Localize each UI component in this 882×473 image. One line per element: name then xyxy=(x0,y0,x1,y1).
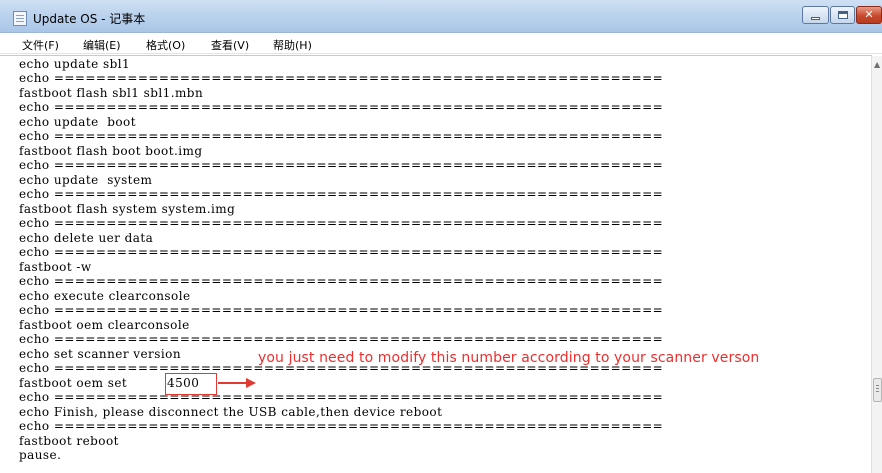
editor-line: fastboot reboot xyxy=(19,434,119,448)
editor-line: fastboot flash system system.img xyxy=(19,202,236,216)
notepad-window: Update OS - 记事本 文件(F) 编辑(E) 格式(O) 查看(V) … xyxy=(0,0,882,473)
title-bar[interactable]: Update OS - 记事本 xyxy=(0,0,882,33)
editor-line: echo ===================================… xyxy=(19,245,664,259)
menu-bar: 文件(F) 编辑(E) 格式(O) 查看(V) 帮助(H) xyxy=(0,33,882,54)
window-title: Update OS - 记事本 xyxy=(33,12,146,26)
editor-line: echo set scanner version xyxy=(19,347,181,361)
notepad-app-icon xyxy=(13,11,27,26)
menu-format[interactable]: 格式(O) xyxy=(146,37,185,53)
close-button[interactable] xyxy=(856,6,882,24)
editor-line: echo update sbl1 xyxy=(19,57,131,71)
editor-line: fastboot oem clearconsole xyxy=(19,318,190,332)
editor-line: fastboot flash sbl1 sbl1.mbn xyxy=(19,86,204,100)
editor-line: echo ===================================… xyxy=(19,332,664,346)
menu-view[interactable]: 查看(V) xyxy=(211,37,249,53)
scroll-up-icon[interactable]: ▲ xyxy=(874,60,880,69)
editor-line: echo ===================================… xyxy=(19,129,664,143)
editor-line: fastboot oem set xyxy=(19,376,128,390)
menu-edit[interactable]: 编辑(E) xyxy=(83,37,121,53)
annotation-note: you just need to modify this number acco… xyxy=(258,350,760,366)
editor-line: echo ===================================… xyxy=(19,303,664,317)
editor-line: echo ===================================… xyxy=(19,216,664,230)
grip-icon xyxy=(876,385,879,386)
editor-line: echo ===================================… xyxy=(19,419,664,433)
text-editor[interactable]: echo update sbl1 echo ==================… xyxy=(0,55,872,473)
menu-help[interactable]: 帮助(H) xyxy=(273,37,312,53)
editor-line: echo ===================================… xyxy=(19,274,664,288)
arrow-icon xyxy=(218,382,248,384)
arrow-head-icon xyxy=(246,378,256,388)
editor-line: echo update system xyxy=(19,173,153,187)
scrollbar-thumb[interactable] xyxy=(873,378,882,402)
minimize-button[interactable] xyxy=(802,6,829,24)
menu-file[interactable]: 文件(F) xyxy=(22,37,59,53)
version-number[interactable]: 4500 xyxy=(167,376,199,390)
editor-line: echo ===================================… xyxy=(19,158,664,172)
maximize-button[interactable] xyxy=(830,6,855,24)
vertical-scrollbar[interactable]: ▲ xyxy=(871,56,882,473)
editor-line: echo delete uer data xyxy=(19,231,154,245)
editor-line: echo ===================================… xyxy=(19,71,664,85)
editor-line: echo ===================================… xyxy=(19,187,664,201)
editor-line: fastboot -w xyxy=(19,260,92,274)
editor-line: pause. xyxy=(19,448,62,462)
editor-line: echo execute clearconsole xyxy=(19,289,191,303)
editor-line: echo Finish, please disconnect the USB c… xyxy=(19,405,443,419)
editor-line: fastboot flash boot boot.img xyxy=(19,144,203,158)
editor-line: echo ===================================… xyxy=(19,100,664,114)
editor-line: echo ===================================… xyxy=(19,390,664,404)
editor-line: echo update boot xyxy=(19,115,136,129)
